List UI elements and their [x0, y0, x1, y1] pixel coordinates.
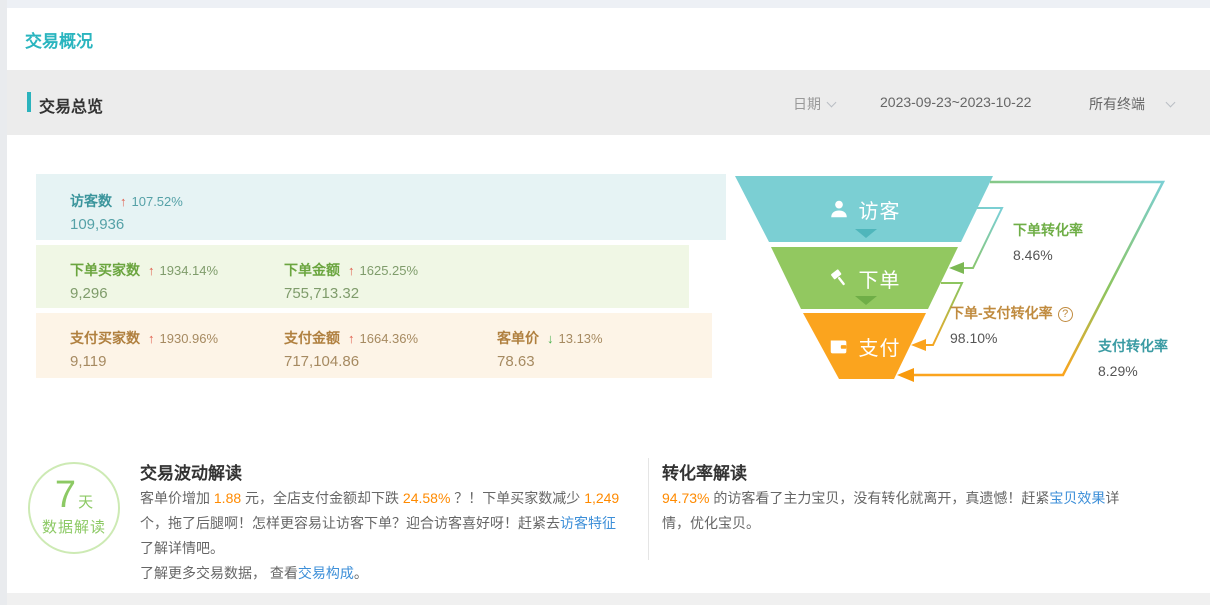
metric-label: 支付买家数 — [70, 330, 140, 346]
trend-up-icon: ↑ — [348, 331, 355, 346]
rate-pay-conversion: 支付转化率 8.29% — [1098, 336, 1168, 379]
help-icon[interactable]: ? — [1058, 307, 1073, 322]
badge-unit: 天 — [78, 491, 93, 512]
metric-order-buyers: 下单买家数 ↑ 1934.14% 9,296 — [70, 260, 218, 302]
highlight-number: 94.73% — [662, 490, 709, 506]
funnel-stage-orders: 下单 — [730, 262, 998, 294]
metric-visitors: 访客数 ↑ 107.52% 109,936 — [70, 191, 183, 233]
metric-pay-amount: 支付金额 ↑ 1664.36% 717,104.86 — [284, 328, 418, 370]
inline-link[interactable]: 交易构成 — [298, 565, 354, 581]
transaction-overview-page: 交易概况 交易总览 日期 2023-09-23~2023-10-22 所有终端 … — [0, 0, 1210, 605]
metric-change-pct: 1930.96% — [160, 331, 219, 346]
rate-label: 下单-支付转化率 — [950, 305, 1053, 321]
rate-order-pay-conversion: 下单-支付转化率? 98.10% — [950, 303, 1073, 346]
highlight-number: 24.58% — [403, 490, 450, 506]
metric-change-pct: 107.52% — [132, 194, 183, 209]
wallet-icon — [828, 335, 850, 357]
rate-label: 下单转化率 — [1013, 220, 1083, 240]
text-segment: 客单价增加 — [140, 490, 214, 506]
date-range-value[interactable]: 2023-09-23~2023-10-22 — [880, 94, 1031, 110]
metrics-row-visitors: 访客数 ↑ 107.52% 109,936 — [36, 174, 726, 240]
trend-up-icon: ↑ — [148, 263, 155, 278]
person-icon — [828, 198, 850, 220]
text-segment: 了解详情吧。 — [140, 540, 224, 556]
trend-up-icon: ↑ — [348, 263, 355, 278]
inline-link[interactable]: 宝贝效果 — [1049, 490, 1105, 506]
date-dropdown[interactable]: 日期 — [793, 94, 835, 114]
trend-up-icon: ↑ — [120, 194, 127, 209]
trend-down-icon: ↓ — [547, 331, 554, 346]
metric-value: 109,936 — [70, 216, 183, 233]
insight-heading-conversion: 转化率解读 — [662, 459, 747, 484]
funnel-stage-label: 支付 — [859, 332, 901, 361]
rate-value: 8.29% — [1098, 363, 1168, 379]
metric-label: 访客数 — [70, 193, 112, 209]
highlight-number: 1,249 — [584, 490, 619, 506]
metric-change-pct: 1664.36% — [360, 331, 419, 346]
insight-paragraph: 客单价增加 1.88 元，全店支付金额却下跌 24.58% ？！下单买家数减少 … — [140, 486, 624, 561]
section-accent-bar — [27, 92, 31, 112]
section-title: 交易总览 — [39, 93, 103, 117]
window-bottom-strip — [0, 593, 1210, 605]
funnel-stage-visitors: 访客 — [730, 193, 998, 225]
highlight-number: 1.88 — [214, 490, 241, 506]
terminal-dropdown[interactable]: 所有终端 — [1089, 94, 1174, 114]
metric-value: 717,104.86 — [284, 353, 418, 370]
metric-value: 9,296 — [70, 285, 218, 302]
metric-change-pct: 1625.25% — [360, 263, 419, 278]
rate-order-conversion: 下单转化率 8.46% — [1013, 220, 1083, 263]
text-segment: 元，全店支付金额却下跌 — [241, 490, 403, 506]
rate-label: 支付转化率 — [1098, 336, 1168, 356]
metric-pay-buyers: 支付买家数 ↑ 1930.96% 9,119 — [70, 328, 218, 370]
trend-up-icon: ↑ — [148, 331, 155, 346]
metric-label: 下单金额 — [284, 262, 340, 278]
metric-order-amount: 下单金额 ↑ 1625.25% 755,713.32 — [284, 260, 418, 302]
metric-value: 9,119 — [70, 353, 218, 370]
text-segment: 。 — [354, 565, 368, 581]
metric-change-pct: 13.13% — [559, 331, 603, 346]
chevron-down-icon — [1166, 98, 1176, 108]
terminal-dropdown-value: 所有终端 — [1089, 96, 1145, 112]
rate-value: 98.10% — [950, 330, 1073, 346]
insight-text-conversion: 94.73% 的访客看了主力宝贝，没有转化就离开，真遗憾！赶紧宝贝效果详情，优化… — [662, 486, 1130, 536]
insight-heading-fluctuation: 交易波动解读 — [140, 459, 242, 484]
insight-paragraph: 了解更多交易数据， 查看交易构成。 — [140, 561, 624, 586]
date-dropdown-label: 日期 — [793, 96, 821, 112]
chevron-down-icon — [827, 98, 837, 108]
metric-change-pct: 1934.14% — [160, 263, 219, 278]
data-period-badge: 7 天 数据解读 — [28, 462, 120, 554]
inline-link[interactable]: 访客特征 — [560, 515, 616, 531]
funnel-stage-label: 下单 — [859, 264, 901, 293]
text-segment: 了解更多交易数据， 查看 — [140, 565, 298, 581]
window-left-strip — [0, 0, 7, 605]
metric-label: 支付金额 — [284, 330, 340, 346]
insight-paragraph: 94.73% 的访客看了主力宝贝，没有转化就离开，真遗憾！赶紧宝贝效果详情，优化… — [662, 486, 1130, 536]
metrics-row-payments: 支付买家数 ↑ 1930.96% 9,119 支付金额 ↑ 1664.36% 717,1… — [36, 313, 712, 378]
metrics-row-orders: 下单买家数 ↑ 1934.14% 9,296 下单金额 ↑ 1625.25% 755,7… — [36, 245, 689, 308]
metric-label: 下单买家数 — [70, 262, 140, 278]
page-title: 交易概况 — [25, 27, 93, 52]
metric-value: 755,713.32 — [284, 285, 418, 302]
conversion-funnel: 访客 下单 支付 下单转化率 8.46% 下单-支付转化率? 98.10% 支付… — [730, 165, 1210, 395]
text-segment: ？！下单买家数减少 — [450, 490, 584, 506]
section-header-bar: 交易总览 日期 2023-09-23~2023-10-22 所有终端 — [0, 70, 1210, 135]
metric-price-per-buyer: 客单价 ↓ 13.13% 78.63 — [497, 328, 603, 370]
rate-value: 8.46% — [1013, 247, 1083, 263]
metric-value: 78.63 — [497, 353, 603, 370]
window-top-strip — [0, 0, 1210, 8]
badge-number: 7 — [55, 475, 76, 515]
insight-text-fluctuation: 客单价增加 1.88 元，全店支付金额却下跌 24.58% ？！下单买家数减少 … — [140, 486, 624, 586]
column-divider — [648, 458, 649, 560]
gavel-icon — [828, 267, 850, 289]
text-segment: 的访客看了主力宝贝，没有转化就离开，真遗憾！赶紧 — [709, 490, 1049, 506]
metric-label: 客单价 — [497, 330, 539, 346]
badge-caption: 数据解读 — [30, 516, 118, 537]
text-segment: 个，拖了后腿啊！怎样更容易让访客下单？迎合访客喜好呀！赶紧去 — [140, 515, 560, 531]
funnel-stage-label: 访客 — [859, 195, 901, 224]
